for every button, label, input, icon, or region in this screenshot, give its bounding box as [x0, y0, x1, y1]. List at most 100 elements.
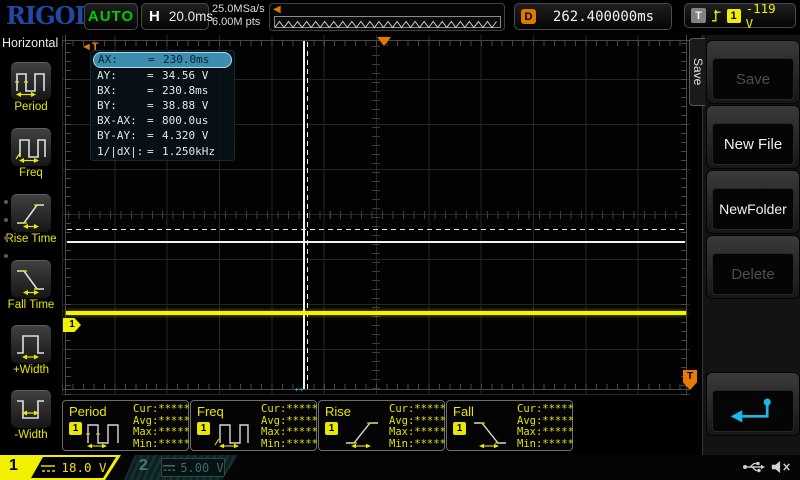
memory-depth: 6.00M pts: [212, 16, 265, 29]
channel1-scale-box: 18.0 V: [31, 457, 116, 478]
channel1-status[interactable]: 1 18.0 V: [0, 455, 121, 480]
channel2-status[interactable]: 2 5.00 V: [124, 455, 238, 480]
back-button[interactable]: [706, 372, 800, 436]
channel-badge: 1: [453, 422, 466, 435]
channel-badge: 1: [197, 422, 210, 435]
measure-cur: Cur:*****: [261, 404, 318, 416]
cursor-label: BX:: [97, 84, 147, 97]
equals: =: [147, 69, 162, 82]
measure-min: Min:*****: [133, 439, 190, 451]
measure-panel-period[interactable]: Period 1 Cur:***** Avg:***** Max:***** M…: [62, 400, 189, 451]
cursor-row-bx: BX: = 230.8ms: [93, 83, 232, 98]
cursor-ax-line[interactable]: [303, 41, 305, 389]
cursor-value: 38.88 V: [162, 99, 228, 112]
menu-item-label: Rise Time: [0, 233, 62, 245]
waveform-display-grid: ◄T 1 T ↔ AX: = 230.0ms AY: = 34.56 V BX:…: [62, 35, 690, 395]
menu-item-rise-time[interactable]: Rise Time: [0, 194, 62, 248]
channel1-scale: 18.0 V: [61, 460, 106, 475]
new-folder-button-label: NewFolder: [719, 201, 787, 217]
period-icon: [11, 62, 51, 100]
menu-item-minus-width[interactable]: -Width: [0, 390, 62, 444]
cursor-row-ax: AX: = 230.0ms: [93, 52, 232, 68]
fall-time-icon: [11, 260, 51, 298]
speaker-muted-icon: [770, 459, 792, 475]
delay-value: 262.400000ms: [536, 9, 671, 25]
rigol-logo: RIGOL: [6, 1, 90, 30]
trigger-offscreen-arrow-icon: ◀: [273, 4, 281, 15]
menu-item-label: Period: [0, 101, 62, 113]
cursor-row-bx-ax: BX-AX: = 800.0us: [93, 113, 232, 128]
measure-min: Min:*****: [389, 439, 446, 451]
scroll-dot: [4, 236, 8, 240]
cursor-measurement-panel: AX: = 230.0ms AY: = 34.56 V BX: = 230.8m…: [90, 50, 235, 161]
trigger-source-badge: 1: [727, 9, 741, 23]
cursor-ay-line[interactable]: [67, 241, 685, 243]
trigger-indicator: T 1 -119 V: [684, 3, 796, 28]
measure-cur: Cur:*****: [133, 404, 190, 416]
cursor-label: AX:: [98, 53, 148, 66]
cursor-x-position-icon: ↔: [292, 379, 306, 395]
equals: =: [147, 99, 162, 112]
cursor-value: 4.320 V: [162, 129, 228, 142]
cursor-bx-line[interactable]: [307, 41, 308, 389]
scroll-dot: [4, 254, 8, 258]
menu-item-label: Fall Time: [0, 299, 62, 311]
cursor-row-ay: AY: = 34.56 V: [93, 68, 232, 83]
menu-item-label: -Width: [0, 429, 62, 441]
trigger-delay-indicator: D 262.400000ms: [514, 3, 672, 30]
grid-ticks-center-horizontal: [68, 211, 684, 219]
new-file-button[interactable]: New File: [706, 105, 800, 169]
trigger-position-marker[interactable]: [377, 37, 391, 46]
equals: =: [148, 53, 163, 66]
measure-cur: Cur:*****: [389, 404, 446, 416]
measure-panel-fall[interactable]: Fall 1 Cur:***** Avg:***** Max:***** Min…: [446, 400, 573, 451]
delete-button-label: Delete: [731, 266, 774, 283]
channel1-trace: [66, 311, 686, 315]
timebase-label: H: [149, 8, 160, 25]
measure-panel-freq[interactable]: Freq 1 Cur:***** Avg:***** Max:***** Min…: [190, 400, 317, 451]
rising-edge-icon: [711, 8, 722, 23]
cursor-row-by-ay: BY-AY: = 4.320 V: [93, 128, 232, 143]
delay-badge: D: [521, 9, 536, 24]
channel2-scale: 5.00 V: [180, 461, 223, 475]
menu-item-freq[interactable]: Freq: [0, 128, 62, 182]
measure-panel-rise[interactable]: Rise 1 Cur:***** Avg:***** Max:***** Min…: [318, 400, 445, 451]
cursor-value: 34.56 V: [162, 69, 228, 82]
measure-min: Min:*****: [261, 439, 318, 451]
delete-button[interactable]: Delete: [706, 235, 800, 299]
measure-cur: Cur:*****: [517, 404, 574, 416]
new-folder-button[interactable]: NewFolder: [706, 170, 800, 234]
dc-coupling-icon: [162, 463, 176, 472]
equals: =: [147, 84, 162, 97]
channel1-ground-marker[interactable]: 1: [63, 318, 81, 332]
dc-coupling-icon: [40, 463, 56, 473]
memory-waveform-icon: [275, 20, 500, 30]
usb-icon: [742, 460, 766, 474]
channel-badge: 1: [69, 422, 82, 435]
menu-item-fall-time[interactable]: Fall Time: [0, 260, 62, 314]
equals: =: [147, 129, 162, 142]
return-arrow-icon: [725, 395, 781, 427]
acquisition-status-badge: AUTO: [84, 3, 138, 30]
menu-item-period[interactable]: Period: [0, 62, 62, 116]
save-button-label: Save: [736, 71, 770, 88]
trigger-level-value: -119 V: [746, 1, 789, 31]
scroll-dot: [4, 200, 8, 204]
sample-rate-block: 25.0MSa/s 6.00M pts: [212, 3, 265, 29]
channel2-scale-box: 5.00 V: [161, 458, 225, 477]
save-button[interactable]: Save: [706, 40, 800, 104]
trigger-badge: T: [691, 8, 706, 23]
rise-time-icon: [11, 194, 51, 232]
menu-item-label: Freq: [0, 167, 62, 179]
channel1-number: 1: [9, 457, 18, 475]
menu-item-plus-width[interactable]: +Width: [0, 325, 62, 379]
display-window-box[interactable]: [274, 16, 501, 28]
cursor-label: BY:: [97, 99, 147, 112]
minus-width-icon: [11, 390, 51, 428]
freq-icon: [212, 415, 258, 449]
cursor-label: AY:: [97, 69, 147, 82]
cursor-by-line[interactable]: [67, 229, 685, 230]
cursor-value: 1.250kHz: [162, 145, 228, 158]
bottom-status-bar: 1 18.0 V 2 5.00 V: [0, 455, 800, 480]
cursor-label: BX-AX:: [97, 114, 147, 127]
